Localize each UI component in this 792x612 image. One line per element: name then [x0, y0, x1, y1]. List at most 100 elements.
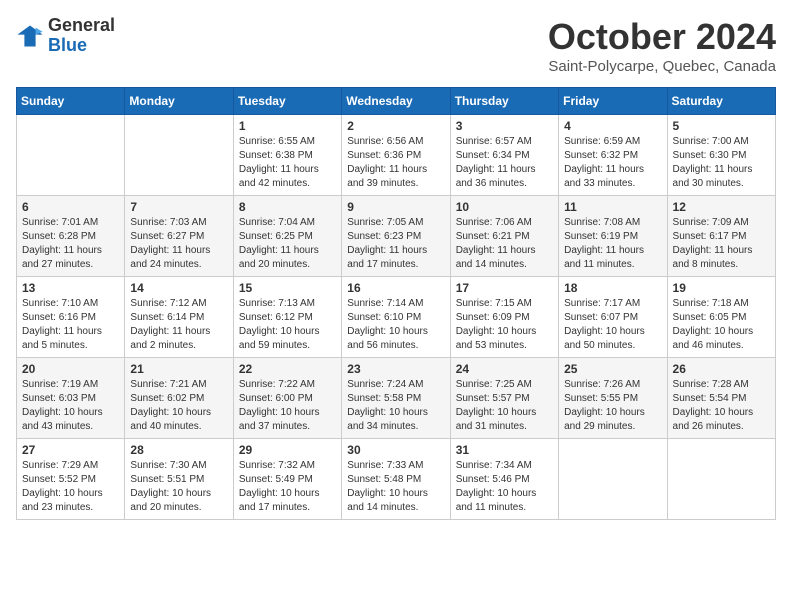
day-info: Sunrise: 7:05 AMSunset: 6:23 PMDaylight:…: [347, 216, 444, 272]
day-number: 2: [347, 119, 444, 133]
day-cell: 27 Sunrise: 7:29 AMSunset: 5:52 PMDayligh…: [17, 439, 125, 520]
day-number: 9: [347, 200, 444, 214]
day-info: Sunrise: 7:22 AMSunset: 6:00 PMDaylight:…: [239, 378, 336, 434]
day-cell: 30 Sunrise: 7:33 AMSunset: 5:48 PMDayligh…: [342, 439, 450, 520]
day-cell: [17, 115, 125, 196]
day-cell: 3 Sunrise: 6:57 AMSunset: 6:34 PMDaylight…: [450, 115, 558, 196]
day-cell: [125, 115, 233, 196]
week-row-1: 1Sunrise: 6:55 AMSunset: 6:38 PMDaylight…: [17, 115, 776, 196]
weekday-header-wednesday: Wednesday: [342, 88, 450, 115]
title-block: October 2024 Saint-Polycarpe, Quebec, Ca…: [548, 16, 776, 75]
week-row-3: 13 Sunrise: 7:10 AMSunset: 6:16 PMDayligh…: [17, 277, 776, 358]
day-number: 14: [130, 281, 227, 295]
day-number: 22: [239, 362, 336, 376]
day-info: Sunrise: 7:29 AMSunset: 5:52 PMDaylight:…: [22, 459, 119, 515]
day-number: 18: [564, 281, 661, 295]
logo-text-line2: Blue: [48, 36, 115, 56]
day-info: Sunrise: 7:30 AMSunset: 5:51 PMDaylight:…: [130, 459, 227, 515]
day-cell: 17 Sunrise: 7:15 AMSunset: 6:09 PMDayligh…: [450, 277, 558, 358]
day-cell: 29Sunrise: 7:32 AMSunset: 5:49 PMDayligh…: [233, 439, 341, 520]
day-info: Sunrise: 7:10 AMSunset: 6:16 PMDaylight:…: [22, 297, 119, 353]
day-info: Sunrise: 6:59 AMSunset: 6:32 PMDaylight:…: [564, 135, 661, 191]
day-cell: 26 Sunrise: 7:28 AMSunset: 5:54 PMDayligh…: [667, 358, 775, 439]
day-number: 24: [456, 362, 553, 376]
month-title: October 2024: [548, 16, 776, 58]
day-cell: 2Sunrise: 6:56 AMSunset: 6:36 PMDaylight…: [342, 115, 450, 196]
day-number: 11: [564, 200, 661, 214]
day-number: 26: [673, 362, 770, 376]
day-info: Sunrise: 7:26 AMSunset: 5:55 PMDaylight:…: [564, 378, 661, 434]
day-number: 12: [673, 200, 770, 214]
day-number: 21: [130, 362, 227, 376]
logo-text-line1: General: [48, 16, 115, 36]
day-number: 19: [673, 281, 770, 295]
day-cell: 25 Sunrise: 7:26 AMSunset: 5:55 PMDayligh…: [559, 358, 667, 439]
day-cell: 12Sunrise: 7:09 AMSunset: 6:17 PMDayligh…: [667, 196, 775, 277]
day-info: Sunrise: 7:21 AMSunset: 6:02 PMDaylight:…: [130, 378, 227, 434]
day-cell: 15 Sunrise: 7:13 AMSunset: 6:12 PMDayligh…: [233, 277, 341, 358]
day-number: 31: [456, 443, 553, 457]
day-cell: 6Sunrise: 7:01 AMSunset: 6:28 PMDaylight…: [17, 196, 125, 277]
logo-blue-text: Blue: [48, 35, 87, 55]
day-cell: [667, 439, 775, 520]
day-number: 25: [564, 362, 661, 376]
day-info: Sunrise: 7:24 AMSunset: 5:58 PMDaylight:…: [347, 378, 444, 434]
day-info: Sunrise: 7:15 AMSunset: 6:09 PMDaylight:…: [456, 297, 553, 353]
day-number: 20: [22, 362, 119, 376]
day-number: 23: [347, 362, 444, 376]
day-info: Sunrise: 6:57 AMSunset: 6:34 PMDaylight:…: [456, 135, 553, 191]
day-info: Sunrise: 7:34 AMSunset: 5:46 PMDaylight:…: [456, 459, 553, 515]
day-number: 4: [564, 119, 661, 133]
day-info: Sunrise: 7:06 AMSunset: 6:21 PMDaylight:…: [456, 216, 553, 272]
day-cell: 24 Sunrise: 7:25 AMSunset: 5:57 PMDayligh…: [450, 358, 558, 439]
day-info: Sunrise: 7:32 AMSunset: 5:49 PMDaylight:…: [239, 459, 336, 515]
day-cell: 31 Sunrise: 7:34 AMSunset: 5:46 PMDayligh…: [450, 439, 558, 520]
day-cell: 21 Sunrise: 7:21 AMSunset: 6:02 PMDayligh…: [125, 358, 233, 439]
day-info: Sunrise: 7:03 AMSunset: 6:27 PMDaylight:…: [130, 216, 227, 272]
day-info: Sunrise: 7:25 AMSunset: 5:57 PMDaylight:…: [456, 378, 553, 434]
day-cell: 10 Sunrise: 7:06 AMSunset: 6:21 PMDayligh…: [450, 196, 558, 277]
day-cell: 20Sunrise: 7:19 AMSunset: 6:03 PMDayligh…: [17, 358, 125, 439]
day-number: 6: [22, 200, 119, 214]
day-cell: 14 Sunrise: 7:12 AMSunset: 6:14 PMDayligh…: [125, 277, 233, 358]
day-info: Sunrise: 7:13 AMSunset: 6:12 PMDaylight:…: [239, 297, 336, 353]
day-number: 8: [239, 200, 336, 214]
day-number: 10: [456, 200, 553, 214]
day-cell: 13 Sunrise: 7:10 AMSunset: 6:16 PMDayligh…: [17, 277, 125, 358]
day-info: Sunrise: 7:08 AMSunset: 6:19 PMDaylight:…: [564, 216, 661, 272]
day-cell: 9 Sunrise: 7:05 AMSunset: 6:23 PMDaylight…: [342, 196, 450, 277]
page-header: General Blue October 2024 Saint-Polycarp…: [16, 16, 776, 75]
week-row-5: 27 Sunrise: 7:29 AMSunset: 5:52 PMDayligh…: [17, 439, 776, 520]
day-info: Sunrise: 7:17 AMSunset: 6:07 PMDaylight:…: [564, 297, 661, 353]
day-info: Sunrise: 7:33 AMSunset: 5:48 PMDaylight:…: [347, 459, 444, 515]
day-info: Sunrise: 7:18 AMSunset: 6:05 PMDaylight:…: [673, 297, 770, 353]
day-info: Sunrise: 7:12 AMSunset: 6:14 PMDaylight:…: [130, 297, 227, 353]
calendar-table: SundayMondayTuesdayWednesdayThursdayFrid…: [16, 87, 776, 520]
day-info: Sunrise: 7:28 AMSunset: 5:54 PMDaylight:…: [673, 378, 770, 434]
location-text: Saint-Polycarpe, Quebec, Canada: [548, 58, 776, 75]
day-number: 5: [673, 119, 770, 133]
day-number: 13: [22, 281, 119, 295]
week-row-4: 20Sunrise: 7:19 AMSunset: 6:03 PMDayligh…: [17, 358, 776, 439]
day-number: 28: [130, 443, 227, 457]
day-cell: 28 Sunrise: 7:30 AMSunset: 5:51 PMDayligh…: [125, 439, 233, 520]
day-info: Sunrise: 7:00 AMSunset: 6:30 PMDaylight:…: [673, 135, 770, 191]
day-cell: 22 Sunrise: 7:22 AMSunset: 6:00 PMDayligh…: [233, 358, 341, 439]
day-number: 30: [347, 443, 444, 457]
day-cell: 19 Sunrise: 7:18 AMSunset: 6:05 PMDayligh…: [667, 277, 775, 358]
weekday-header-saturday: Saturday: [667, 88, 775, 115]
day-number: 16: [347, 281, 444, 295]
day-number: 17: [456, 281, 553, 295]
day-number: 7: [130, 200, 227, 214]
day-cell: [559, 439, 667, 520]
day-number: 27: [22, 443, 119, 457]
day-number: 3: [456, 119, 553, 133]
weekday-header-sunday: Sunday: [17, 88, 125, 115]
day-number: 15: [239, 281, 336, 295]
day-cell: 1Sunrise: 6:55 AMSunset: 6:38 PMDaylight…: [233, 115, 341, 196]
day-info: Sunrise: 7:04 AMSunset: 6:25 PMDaylight:…: [239, 216, 336, 272]
day-info: Sunrise: 6:55 AMSunset: 6:38 PMDaylight:…: [239, 135, 336, 191]
day-cell: 8 Sunrise: 7:04 AMSunset: 6:25 PMDaylight…: [233, 196, 341, 277]
weekday-header-friday: Friday: [559, 88, 667, 115]
day-cell: 7 Sunrise: 7:03 AMSunset: 6:27 PMDaylight…: [125, 196, 233, 277]
